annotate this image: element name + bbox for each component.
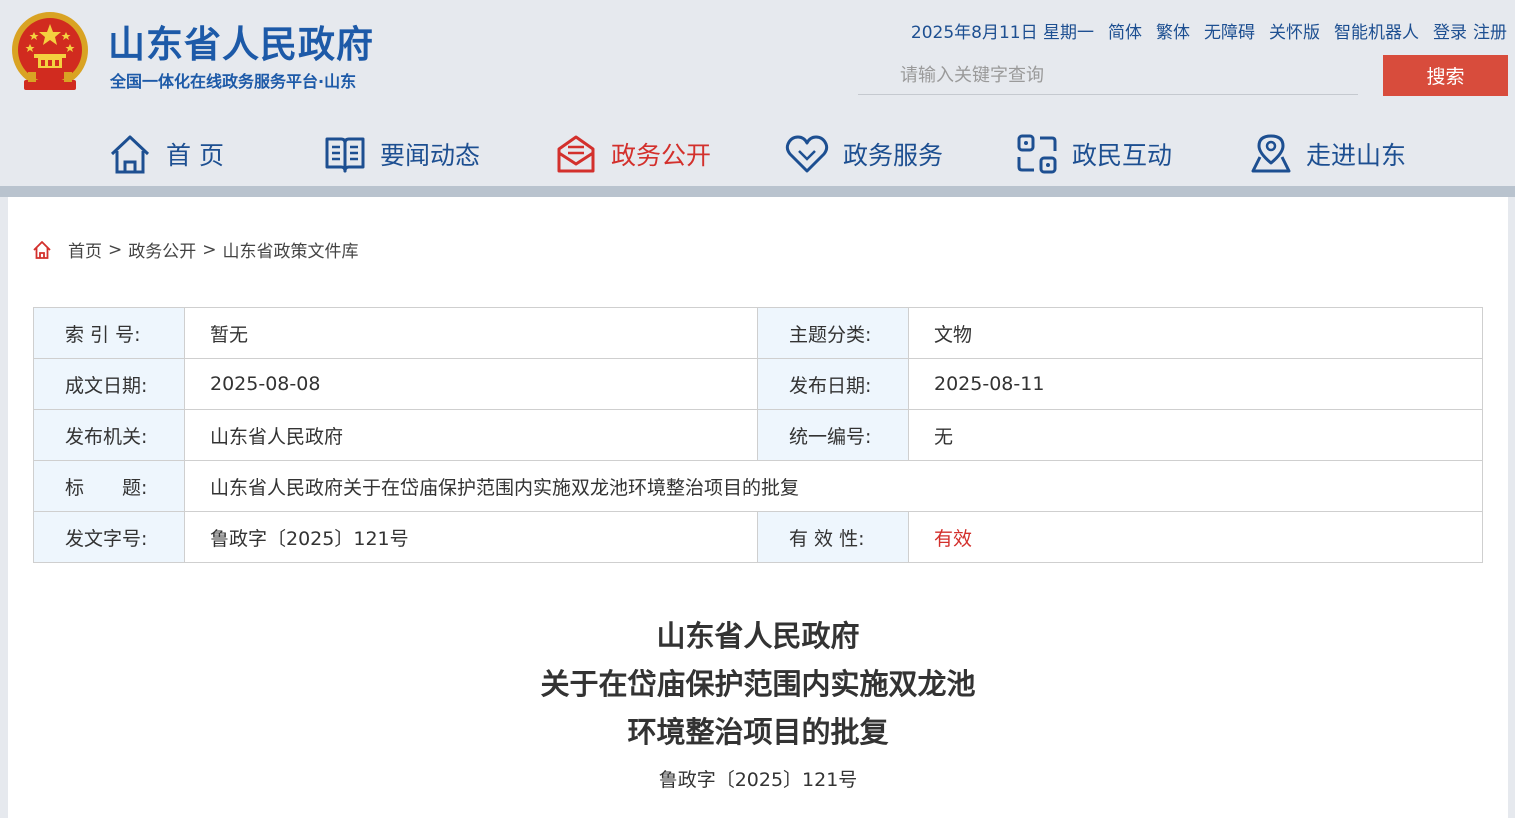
site-header: 山东省人民政府 全国一体化在线政务服务平台·山东 2025年8月11日 星期一 … — [0, 0, 1515, 186]
nav-about-shandong[interactable]: 走进山东 — [1250, 130, 1406, 178]
title-label: 标 题: — [33, 460, 185, 512]
nav-news-label: 要闻动态 — [380, 141, 481, 170]
main-content: 首页 > 政务公开 > 山东省政策文件库 索 引 号: 暂无 主题分类: 文物 … — [8, 197, 1508, 818]
table-row: 成文日期: 2025-08-08 发布日期: 2025-08-11 — [33, 358, 1483, 410]
nav-interaction[interactable]: 政民互动 — [1016, 130, 1172, 178]
validity-label: 有 效 性: — [757, 511, 909, 563]
document-title: 山东省人民政府 关于在岱庙保护范围内实施双龙池 环境整治项目的批复 — [8, 612, 1508, 756]
breadcrumb-separator: > — [108, 239, 123, 260]
interaction-icon — [1017, 134, 1057, 174]
current-date: 2025年8月11日 星期一 — [910, 23, 1094, 43]
breadcrumb-government-affairs[interactable]: 政务公开 — [128, 237, 196, 262]
breadcrumb-home[interactable]: 首页 — [68, 237, 102, 262]
issuer-label: 发布机关: — [33, 409, 185, 461]
top-utility-bar: 2025年8月11日 星期一 简体 繁体 无障碍 关怀版 智能机器人 登录 注册 — [911, 18, 1507, 43]
publish-date-value: 2025-08-11 — [908, 358, 1483, 410]
breadcrumb-home-icon[interactable] — [32, 240, 52, 260]
document-number-label: 发文字号: — [33, 511, 185, 563]
site-title: 山东省人民政府 — [108, 23, 374, 66]
register-link[interactable]: 注册 — [1473, 18, 1507, 43]
nav-home-label: 首 页 — [166, 141, 224, 170]
main-navigation: 首 页 要闻动态 政务公开 政务服务 政民互动 走进山东 — [0, 122, 1515, 186]
issuer-value: 山东省人民政府 — [184, 409, 758, 461]
national-emblem-icon — [12, 12, 88, 90]
nav-about-shandong-label: 走进山东 — [1306, 141, 1407, 170]
accessibility-link[interactable]: 无障碍 — [1204, 18, 1255, 43]
topic-value: 文物 — [908, 307, 1483, 359]
written-date-value: 2025-08-08 — [184, 358, 758, 410]
book-icon — [325, 137, 365, 173]
publish-date-label: 发布日期: — [757, 358, 909, 410]
index-number-value: 暂无 — [184, 307, 758, 359]
site-subtitle: 全国一体化在线政务服务平台·山东 — [110, 72, 357, 91]
care-mode-link[interactable]: 关怀版 — [1269, 18, 1320, 43]
document-title-line: 关于在岱庙保护范围内实施双龙池 — [540, 667, 976, 701]
nav-news[interactable]: 要闻动态 — [324, 130, 480, 178]
document-title-line: 山东省人民政府 — [656, 619, 860, 653]
nav-home[interactable]: 首 页 — [108, 130, 224, 178]
table-row: 发文字号: 鲁政字〔2025〕121号 有 效 性: 有效 — [33, 511, 1483, 563]
index-number-label: 索 引 号: — [33, 307, 185, 359]
traditional-chinese-link[interactable]: 繁体 — [1156, 18, 1190, 43]
nav-divider-strip — [0, 186, 1515, 197]
smart-robot-link[interactable]: 智能机器人 — [1334, 18, 1419, 43]
written-date-label: 成文日期: — [33, 358, 185, 410]
mail-icon — [557, 135, 595, 173]
nav-interaction-label: 政民互动 — [1072, 141, 1173, 170]
breadcrumb-policy-library[interactable]: 山东省政策文件库 — [223, 237, 359, 262]
map-pin-icon — [1251, 134, 1291, 173]
serial-number-label: 统一编号: — [757, 409, 909, 461]
nav-government-services[interactable]: 政务服务 — [785, 130, 943, 178]
title-value: 山东省人民政府关于在岱庙保护范围内实施双龙池环境整治项目的批复 — [184, 460, 1483, 512]
table-row: 索 引 号: 暂无 主题分类: 文物 — [33, 307, 1483, 359]
topic-label: 主题分类: — [757, 307, 909, 359]
breadcrumb: 首页 > 政务公开 > 山东省政策文件库 — [32, 237, 359, 262]
nav-government-affairs-label: 政务公开 — [611, 141, 712, 170]
breadcrumb-separator: > — [202, 239, 217, 260]
serial-number-value: 无 — [908, 409, 1483, 461]
search-button[interactable]: 搜索 — [1383, 55, 1508, 96]
table-row: 发布机关: 山东省人民政府 统一编号: 无 — [33, 409, 1483, 461]
document-number-value: 鲁政字〔2025〕121号 — [184, 511, 758, 563]
simplified-chinese-link[interactable]: 简体 — [1108, 18, 1142, 43]
home-icon — [110, 135, 150, 174]
nav-government-affairs[interactable]: 政务公开 — [555, 130, 711, 178]
table-row: 标 题: 山东省人民政府关于在岱庙保护范围内实施双龙池环境整治项目的批复 — [33, 460, 1483, 512]
document-title-line: 环境整治项目的批复 — [627, 715, 889, 749]
heart-icon — [785, 135, 829, 173]
search-input[interactable] — [858, 56, 1358, 95]
nav-government-services-label: 政务服务 — [843, 141, 944, 170]
validity-value: 有效 — [908, 511, 1483, 563]
document-number: 鲁政字〔2025〕121号 — [658, 769, 858, 791]
document-metadata-table: 索 引 号: 暂无 主题分类: 文物 成文日期: 2025-08-08 发布日期… — [33, 307, 1483, 563]
login-link[interactable]: 登录 — [1433, 18, 1467, 43]
